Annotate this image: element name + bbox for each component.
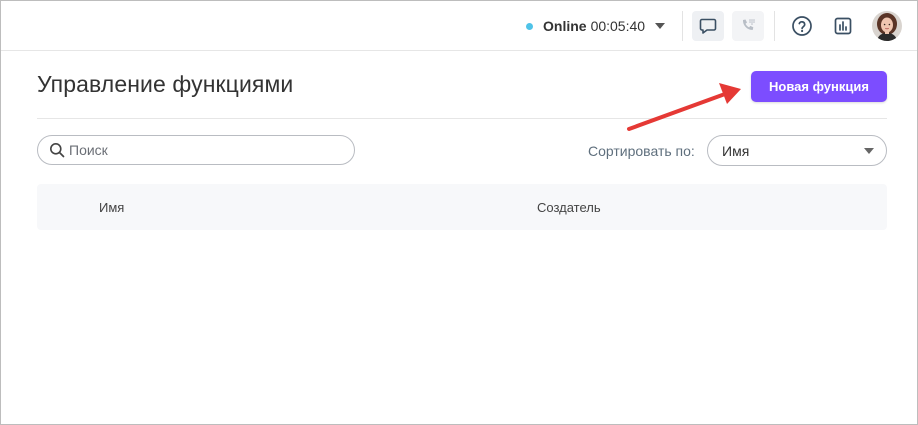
column-header-name[interactable]: Имя (99, 200, 124, 215)
table-header: Имя Создатель (37, 184, 887, 230)
status-dropdown[interactable]: Online 00:05:40 (526, 17, 666, 35)
divider (37, 118, 887, 119)
new-feature-button[interactable]: Новая функция (751, 71, 887, 102)
help-button[interactable] (786, 11, 818, 41)
reports-button[interactable] (827, 11, 859, 41)
user-avatar-icon (872, 11, 902, 41)
page-title: Управление функциями (37, 71, 294, 97)
sort-selected-value: Имя (722, 142, 750, 159)
status-label: Online (543, 18, 587, 34)
sort-select[interactable]: Имя (707, 135, 887, 166)
app-window: Online 00:05:40 Управление функциями Нов… (0, 0, 918, 425)
phone-button[interactable] (732, 11, 764, 41)
help-icon (792, 16, 812, 36)
search-box[interactable] (37, 135, 355, 165)
status-timer: 00:05:40 (590, 18, 646, 34)
report-icon (834, 17, 852, 35)
status-indicator (526, 22, 533, 30)
phone-icon (742, 19, 755, 30)
sort-label: Сортировать по: (588, 143, 695, 159)
chat-icon (699, 18, 717, 34)
chevron-down-icon (655, 23, 666, 29)
avatar[interactable] (872, 11, 902, 41)
top-bar: Online 00:05:40 (1, 1, 917, 51)
divider (682, 11, 683, 41)
search-input[interactable] (69, 142, 329, 158)
column-header-creator[interactable]: Создатель (537, 200, 601, 215)
divider (774, 11, 775, 41)
chat-button[interactable] (692, 11, 724, 41)
search-icon (49, 142, 65, 158)
chevron-down-icon (864, 147, 874, 154)
